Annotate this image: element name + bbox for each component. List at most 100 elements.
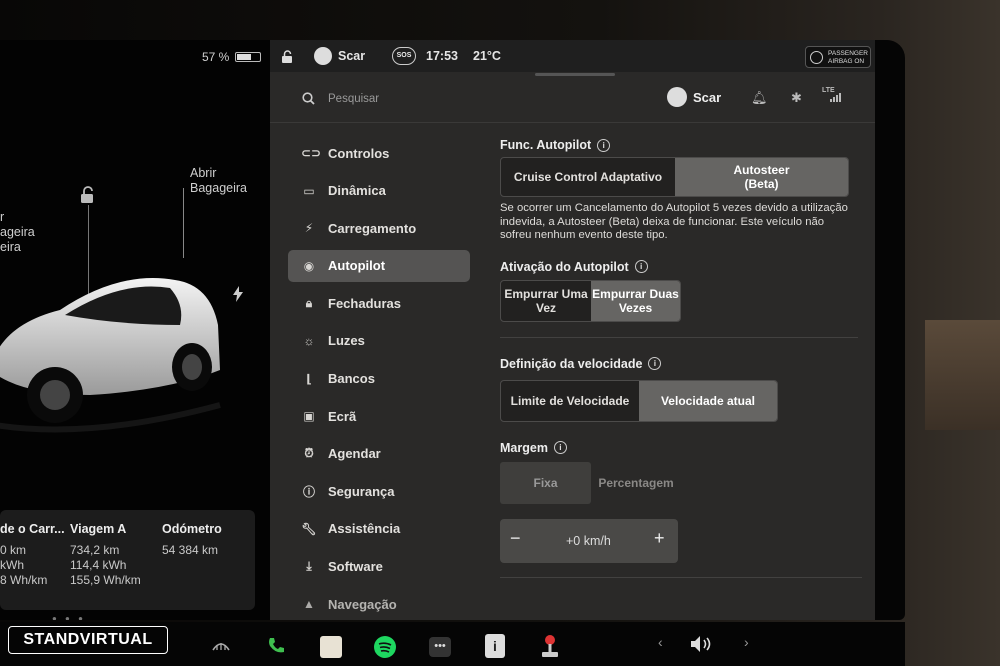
- navigation-icon: ▲: [303, 597, 315, 612]
- driver-profile-name[interactable]: Scar: [338, 49, 365, 63]
- defrost-icon[interactable]: [212, 638, 230, 652]
- calendar-icon[interactable]: [320, 636, 342, 658]
- battery-icon: [235, 52, 262, 62]
- autosteer-option[interactable]: Autosteer (Beta): [675, 158, 848, 196]
- menu-item-dinamica[interactable]: ▭ Dinâmica: [288, 175, 470, 207]
- cruise-control-option[interactable]: Cruise Control Adaptativo: [501, 158, 675, 196]
- trip-since-charge: de o Carr... 0 km kWh 8 Wh/km: [0, 522, 65, 587]
- status-bar: Scar SOS 17:53 21°C PASSENGER AIRBAG ON: [270, 40, 875, 72]
- autopilot-settings: Func. Autopilot i Cruise Control Adaptat…: [500, 138, 870, 578]
- display-icon: ▣: [303, 409, 315, 424]
- settings-panel: Scar SOS 17:53 21°C PASSENGER AIRBAG ON …: [270, 40, 875, 620]
- autopilot-feature-selector: Cruise Control Adaptativo Autosteer (Bet…: [500, 157, 849, 197]
- bolt-icon: ⚡︎: [304, 221, 314, 236]
- push-twice-option[interactable]: Empurrar Duas Vezes: [591, 280, 680, 321]
- battery-status: 57 %: [202, 50, 262, 64]
- toggle-icon: ⊂⊃: [301, 146, 322, 160]
- profile-avatar-icon: [667, 87, 687, 107]
- charge-port-icon[interactable]: [232, 286, 244, 302]
- phone-icon[interactable]: [266, 636, 286, 656]
- search-bar: Scar 🔔︎ ✱ LTE: [270, 80, 875, 120]
- search-input[interactable]: [328, 88, 578, 110]
- speed-limit-option[interactable]: Limite de Velocidade: [501, 381, 639, 421]
- airbag-icon: [810, 51, 823, 64]
- settings-menu: ⊂⊃ Controlos ▭ Dinâmica ⚡︎ Carregamento ◉ Au…: [288, 137, 470, 620]
- car-icon: ▭: [303, 183, 315, 198]
- margin-selector: Fixa Percentagem: [500, 461, 681, 504]
- autopilot-activation-title: Ativação do Autopilot i: [500, 260, 870, 274]
- page-dots: ● ● ●: [52, 614, 86, 620]
- sos-button[interactable]: SOS: [392, 47, 416, 65]
- decrease-offset-button[interactable]: −: [510, 528, 521, 549]
- driver-avatar[interactable]: [314, 47, 332, 65]
- trip-a: Viagem A 734,2 km 114,4 kWh 155,9 Wh/km: [70, 522, 141, 587]
- info-icon[interactable]: i: [648, 357, 662, 370]
- percentage-margin-option[interactable]: Percentagem: [591, 462, 681, 504]
- clock-icon: ⏰︎: [304, 446, 314, 461]
- info-icon[interactable]: i: [597, 138, 611, 152]
- menu-item-agendar[interactable]: ⏰︎ Agendar: [288, 438, 470, 470]
- menu-item-carregamento[interactable]: ⚡︎ Carregamento: [288, 212, 470, 244]
- speed-offset-value: +0 km/h: [566, 533, 611, 548]
- fixed-margin-option[interactable]: Fixa: [500, 461, 591, 504]
- menu-item-ecra[interactable]: ▣ Ecrã: [288, 400, 470, 432]
- menu-item-seguranca[interactable]: ⓘ Segurança: [288, 475, 470, 507]
- header-divider: [270, 122, 875, 123]
- menu-item-luzes[interactable]: ☼ Luzes: [288, 325, 470, 357]
- chevron-right-icon[interactable]: ›: [744, 634, 749, 650]
- trip-stats-card[interactable]: de o Carr... 0 km kWh 8 Wh/km Viagem A 7…: [0, 510, 255, 610]
- volume-icon[interactable]: [690, 635, 716, 653]
- lock-icon: 🔒︎: [305, 295, 313, 310]
- steering-wheel-icon: ◉: [303, 258, 315, 273]
- download-icon: ⤓: [306, 559, 312, 574]
- clock: 17:53: [426, 49, 458, 63]
- speed-setting-title: Definição da velocidade i: [500, 357, 870, 371]
- menu-item-assistencia[interactable]: 🔧︎ Assistência: [288, 513, 470, 545]
- trunk-pointer-line: [183, 188, 184, 258]
- signal-bars-icon: [830, 93, 841, 102]
- bluetooth-icon[interactable]: ✱: [791, 90, 802, 106]
- unlock-icon[interactable]: [80, 186, 96, 204]
- bell-icon[interactable]: 🔔︎: [751, 90, 768, 106]
- passenger-airbag-indicator: PASSENGER AIRBAG ON: [805, 46, 871, 68]
- sun-icon: ☼: [303, 333, 315, 348]
- menu-item-navegacao[interactable]: ▲ Navegação: [288, 588, 470, 620]
- standvirtual-watermark: STANDVIRTUAL: [8, 626, 168, 654]
- menu-item-autopilot[interactable]: ◉ Autopilot: [288, 249, 470, 282]
- menu-item-software[interactable]: ⤓ Software: [288, 551, 470, 583]
- joystick-icon[interactable]: [540, 634, 560, 658]
- speed-setting-selector: Limite de Velocidade Velocidade atual: [500, 379, 778, 422]
- drag-handle[interactable]: [535, 73, 615, 76]
- menu-item-bancos[interactable]: ⌊ Bancos: [288, 363, 470, 395]
- open-trunk-button[interactable]: Abrir Bagageira: [190, 166, 247, 196]
- margin-title: Margem i: [500, 441, 870, 455]
- alert-icon: ⓘ: [302, 484, 315, 499]
- spotify-icon[interactable]: [374, 636, 396, 658]
- info-icon[interactable]: i: [553, 441, 567, 454]
- autopilot-strike-description: Se ocorrer um Cancelamento do Autopilot …: [500, 202, 848, 241]
- info-icon[interactable]: i: [634, 260, 648, 273]
- wrench-icon: 🔧︎: [301, 521, 317, 536]
- activation-selector: Empurrar Uma Vez Empurrar Duas Vezes: [500, 279, 681, 322]
- more-apps-icon[interactable]: •••: [429, 637, 451, 657]
- outside-temperature: 21°C: [473, 49, 501, 63]
- menu-item-controlos[interactable]: ⊂⊃ Controlos: [288, 137, 470, 169]
- manual-icon[interactable]: i: [485, 634, 505, 658]
- header-profile[interactable]: Scar: [667, 87, 721, 107]
- section-divider: [500, 336, 858, 338]
- autopilot-features-title: Func. Autopilot i: [500, 138, 870, 152]
- push-once-option[interactable]: Empurrar Uma Vez: [501, 281, 591, 321]
- car-visualization-panel: 57 % Abrir Bagageira r ageira eira de o …: [0, 40, 270, 620]
- speed-offset-stepper: − +0 km/h +: [500, 518, 678, 563]
- chevron-left-icon[interactable]: ‹: [658, 634, 663, 650]
- menu-item-fechaduras[interactable]: 🔒︎ Fechaduras: [288, 287, 470, 319]
- battery-percent: 57 %: [202, 50, 230, 64]
- seat-icon: ⌊: [306, 371, 312, 386]
- touchscreen: 57 % Abrir Bagageira r ageira eira de o …: [0, 40, 905, 620]
- increase-offset-button[interactable]: +: [654, 528, 665, 549]
- search-icon: [302, 92, 315, 105]
- lock-status-icon[interactable]: [282, 50, 294, 63]
- current-speed-option[interactable]: Velocidade atual: [639, 380, 777, 421]
- open-frunk-button[interactable]: r ageira eira: [0, 210, 35, 255]
- section-divider: [500, 576, 862, 578]
